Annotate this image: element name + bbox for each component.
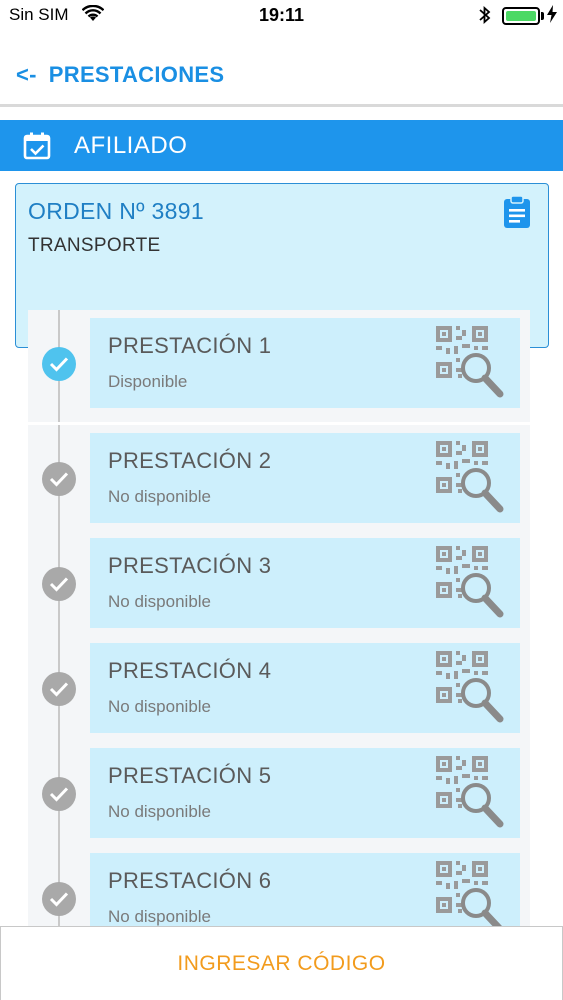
prestacion-panel[interactable]: PRESTACIÓN 4 No disponible xyxy=(90,643,520,733)
prestacion-status: No disponible xyxy=(108,802,212,821)
section-title: AFILIADO xyxy=(74,131,188,159)
prestacion-status: Disponible xyxy=(108,372,188,391)
prestacion-title: PRESTACIÓN 6 xyxy=(108,868,272,893)
prestacion-panel[interactable]: PRESTACIÓN 2 No disponible xyxy=(90,433,520,523)
order-type: TRANSPORTE xyxy=(28,235,161,256)
prestacion-status: No disponible xyxy=(108,697,212,716)
qr-search-icon[interactable] xyxy=(434,544,506,620)
qr-search-icon[interactable] xyxy=(434,649,506,725)
prestacion-title: PRESTACIÓN 1 xyxy=(108,333,272,358)
qr-search-icon[interactable] xyxy=(434,754,506,830)
clipboard-icon[interactable] xyxy=(500,195,534,229)
section-header-afiliado: AFILIADO xyxy=(0,120,563,171)
prestacion-title: PRESTACIÓN 2 xyxy=(108,448,272,473)
qr-search-icon[interactable] xyxy=(434,859,506,935)
nav-bar: <- PRESTACIONES xyxy=(0,50,563,102)
page-title: PRESTACIONES xyxy=(48,62,225,87)
prestacion-title: PRESTACIÓN 5 xyxy=(108,763,272,788)
bluetooth-icon xyxy=(478,4,492,31)
prestacion-title: PRESTACIÓN 4 xyxy=(108,658,272,683)
prestacion-panel[interactable]: PRESTACIÓN 1 Disponible xyxy=(90,318,520,408)
check-circle-icon xyxy=(42,567,76,601)
check-circle-icon xyxy=(42,777,76,811)
back-arrow-icon: <- xyxy=(16,62,37,87)
charging-icon xyxy=(547,5,557,26)
prestacion-row[interactable]: PRESTACIÓN 5 No disponible xyxy=(28,740,530,852)
prestacion-row[interactable]: PRESTACIÓN 3 No disponible xyxy=(28,530,530,642)
calendar-check-icon xyxy=(22,131,52,161)
back-button[interactable]: <- PRESTACIONES xyxy=(16,62,224,88)
prestacion-row[interactable]: PRESTACIÓN 2 No disponible xyxy=(28,425,530,537)
battery-icon xyxy=(502,7,540,25)
prestacion-row[interactable]: PRESTACIÓN 1 Disponible xyxy=(28,310,530,422)
battery-tip xyxy=(541,12,544,20)
order-title: ORDEN Nº 3891 xyxy=(28,198,204,224)
prestacion-status: No disponible xyxy=(108,592,212,611)
check-circle-icon xyxy=(42,462,76,496)
qr-search-icon[interactable] xyxy=(434,324,506,400)
ingresar-codigo-label: INGRESAR CÓDIGO xyxy=(177,951,386,975)
prestacion-status: No disponible xyxy=(108,907,212,926)
nav-divider xyxy=(0,104,563,107)
check-circle-icon xyxy=(42,672,76,706)
check-circle-icon xyxy=(42,882,76,916)
qr-search-icon[interactable] xyxy=(434,439,506,515)
prestacion-panel[interactable]: PRESTACIÓN 3 No disponible xyxy=(90,538,520,628)
status-bar: Sin SIM 19:11 xyxy=(0,0,563,32)
prestacion-row[interactable]: PRESTACIÓN 4 No disponible xyxy=(28,635,530,747)
check-circle-icon xyxy=(42,347,76,381)
prestacion-status: No disponible xyxy=(108,487,212,506)
prestacion-panel[interactable]: PRESTACIÓN 5 No disponible xyxy=(90,748,520,838)
prestacion-title: PRESTACIÓN 3 xyxy=(108,553,272,578)
ingresar-codigo-button[interactable]: INGRESAR CÓDIGO xyxy=(0,926,563,1000)
